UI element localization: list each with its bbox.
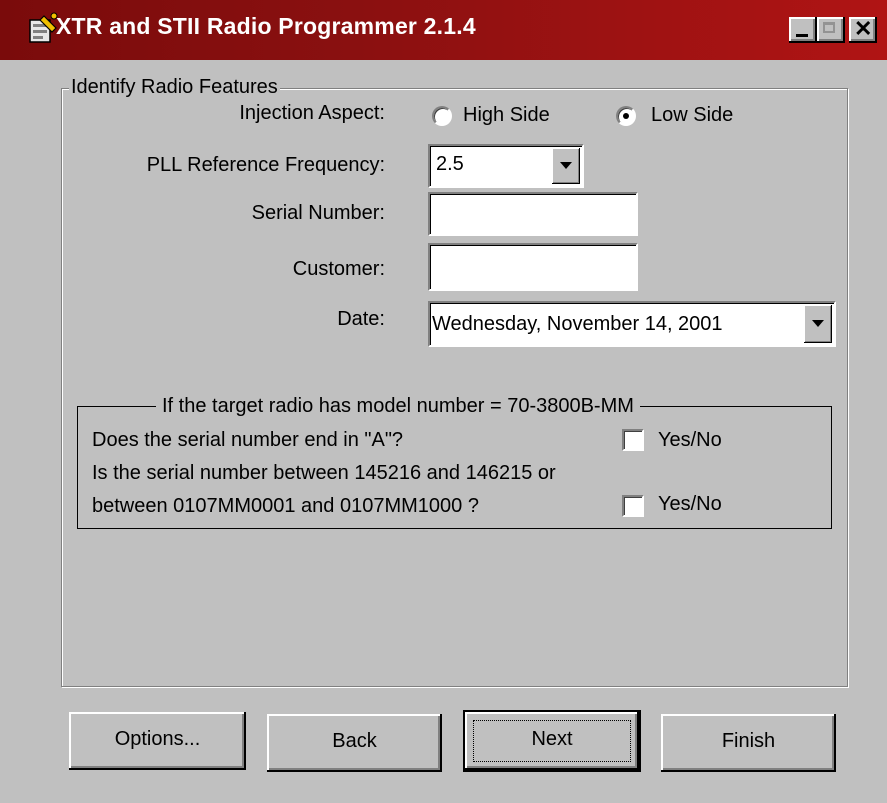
options-button-label: Options... (114, 728, 201, 750)
serial-range-question-line2: between 0107MM0001 and 0107MM1000 ? (92, 495, 479, 517)
serial-range-question-line1: Is the serial number between 145216 and … (92, 462, 556, 484)
customer-input[interactable] (428, 243, 638, 291)
high-side-label[interactable]: High Side (463, 103, 550, 127)
serial-number-input[interactable] (428, 192, 638, 236)
title-bar[interactable]: XTR and STII Radio Programmer 2.1.4 ✕ (0, 0, 887, 60)
date-value: Wednesday, November 14, 2001 (432, 313, 723, 335)
chevron-down-icon (560, 162, 572, 169)
serial-ends-a-checkbox-label[interactable]: Yes/No (658, 428, 722, 452)
customer-label: Customer: (292, 258, 385, 280)
main-window: XTR and STII Radio Programmer 2.1.4 ✕ Id… (0, 0, 887, 803)
features-group-legend: Identify Radio Features (69, 76, 280, 98)
minimize-button[interactable] (789, 17, 817, 43)
close-button[interactable]: ✕ (849, 17, 877, 43)
pll-frequency-value: 2.5 (436, 153, 464, 175)
focus-indicator (473, 720, 631, 762)
date-picker[interactable]: Wednesday, November 14, 2001 (428, 301, 836, 347)
close-icon: ✕ (854, 16, 873, 41)
finish-button[interactable]: Finish (661, 714, 836, 772)
model-group-legend: If the target radio has model number = 7… (156, 395, 640, 417)
maximize-button[interactable] (817, 17, 845, 43)
date-dropdown-button[interactable] (804, 305, 832, 343)
serial-range-checkbox-label[interactable]: Yes/No (658, 492, 722, 516)
pll-dropdown-button[interactable] (552, 148, 580, 184)
high-side-radio[interactable] (432, 106, 452, 126)
low-side-radio[interactable] (616, 106, 636, 126)
finish-button-label: Finish (721, 730, 776, 752)
back-button[interactable]: Back (267, 714, 442, 772)
app-wrench-icon (29, 12, 58, 43)
pll-frequency-select[interactable]: 2.5 (428, 144, 584, 188)
next-button[interactable]: Next (465, 712, 639, 770)
low-side-label[interactable]: Low Side (651, 103, 733, 127)
radio-selected-dot (623, 113, 629, 119)
serial-ends-a-question: Does the serial number end in "A"? (92, 429, 404, 451)
serial-number-label: Serial Number: (251, 202, 385, 224)
serial-ends-a-checkbox[interactable] (622, 429, 644, 451)
back-button-label: Back (332, 730, 377, 752)
serial-range-checkbox[interactable] (622, 495, 644, 517)
chevron-down-icon (812, 320, 824, 327)
options-button[interactable]: Options... (69, 712, 246, 770)
pll-frequency-label: PLL Reference Frequency: (146, 154, 385, 176)
injection-aspect-label: Injection Aspect: (239, 102, 385, 124)
window-title: XTR and STII Radio Programmer 2.1.4 (56, 13, 476, 39)
date-label: Date: (337, 308, 385, 330)
